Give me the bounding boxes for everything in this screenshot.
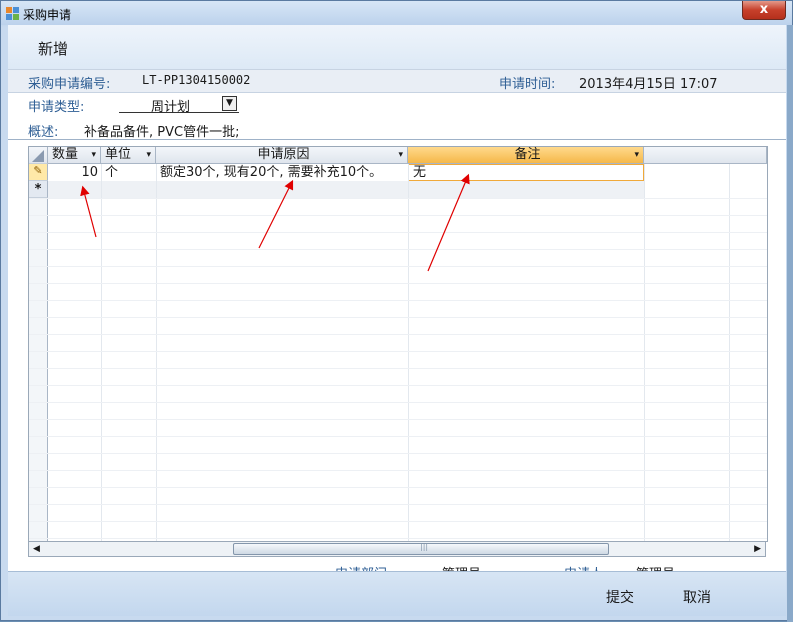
grid-row-line <box>29 368 767 369</box>
request-number-value: LT-PP1304150002 <box>142 73 251 87</box>
request-type-value: 周计划 <box>151 100 191 115</box>
select-all-corner[interactable] <box>29 147 48 164</box>
window-title: 采购申请 <box>23 8 72 22</box>
grid-row-line <box>29 436 767 437</box>
close-button[interactable]: x <box>742 1 786 20</box>
request-number-label: 采购申请编号: <box>28 77 111 92</box>
grid-row-line <box>29 334 767 335</box>
horizontal-scrollbar[interactable]: ◀ ||| ▶ <box>28 541 766 557</box>
grid-row-line <box>29 521 767 522</box>
items-grid[interactable]: 数量 ▾ 单位 ▾ 申请原因 ▾ 备注 ▾ ✎ 10 个 额定30个, 现有20个, 需… <box>28 146 768 542</box>
grid-row-line <box>29 351 767 352</box>
pencil-icon: ✎ <box>33 164 43 177</box>
info-band: 采购申请编号: LT-PP1304150002 申请时间: 2013年4月15日… <box>8 69 786 93</box>
corner-triangle-icon <box>32 150 44 162</box>
page-title: 新增 <box>38 40 69 58</box>
row-selector-new[interactable]: * <box>29 181 48 198</box>
request-type-label: 申请类型: <box>28 100 85 115</box>
header-band: 新增 <box>8 25 786 69</box>
request-time-value: 2013年4月15日 17:07 <box>579 77 718 92</box>
grid-row-line <box>29 283 767 284</box>
grid-row-line <box>29 470 767 471</box>
scroll-left-icon[interactable]: ◀ <box>33 542 40 556</box>
action-band: 提交 取消 <box>8 571 786 616</box>
cell-unit[interactable]: 个 <box>101 164 156 181</box>
close-icon: x <box>759 2 769 17</box>
cancel-button[interactable]: 取消 <box>683 587 711 607</box>
grid-row-line <box>29 300 767 301</box>
grid-row-line <box>29 266 767 267</box>
app-grid-icon <box>6 7 19 20</box>
grid-row-line <box>29 198 767 199</box>
grid-row-line <box>29 504 767 505</box>
grid-row-line <box>29 232 767 233</box>
grid-row-line <box>29 487 767 488</box>
grid-row-line <box>29 402 767 403</box>
scroll-thumb[interactable]: ||| <box>233 542 609 555</box>
column-header-remark[interactable]: 备注 ▾ <box>408 147 644 164</box>
dropdown-arrow-icon[interactable]: ▾ <box>634 147 639 163</box>
grid-row-line <box>29 385 767 386</box>
grid-row-line <box>29 419 767 420</box>
summary-row: 概述: 补备品备件, PVC管件一批; <box>8 117 786 140</box>
asterisk-icon: * <box>34 182 42 197</box>
grid-row-line <box>29 249 767 250</box>
dropdown-arrow-icon[interactable]: ▾ <box>146 147 151 163</box>
new-row[interactable] <box>48 181 644 198</box>
cell-qty[interactable]: 10 <box>48 164 101 181</box>
summary-label: 概述: <box>28 125 59 140</box>
title-bar[interactable]: 采购申请 x <box>1 1 792 25</box>
grid-row-line <box>29 215 767 216</box>
chevron-down-icon[interactable]: ▼ <box>222 96 237 111</box>
dropdown-arrow-icon[interactable]: ▾ <box>91 147 96 163</box>
grid-row-line <box>29 538 767 539</box>
grid-row-line <box>29 453 767 454</box>
dialog-client: 新增 采购申请编号: LT-PP1304150002 申请时间: 2013年4月… <box>8 25 786 616</box>
column-header-unit[interactable]: 单位 ▾ <box>101 147 156 164</box>
request-time-label: 申请时间: <box>499 77 556 92</box>
scroll-right-icon[interactable]: ▶ <box>754 542 761 556</box>
cell-remark[interactable]: 无 <box>408 164 644 181</box>
row-selector-editing[interactable]: ✎ <box>29 164 48 181</box>
column-header-reason[interactable]: 申请原因 ▾ <box>156 147 408 164</box>
column-header-qty[interactable]: 数量 ▾ <box>48 147 101 164</box>
summary-value[interactable]: 补备品备件, PVC管件一批; <box>84 121 239 140</box>
request-type-row: 申请类型: 周计划 ▼ <box>8 93 786 115</box>
cell-reason[interactable]: 额定30个, 现有20个, 需要补充10个。 <box>156 164 408 181</box>
column-header-empty <box>644 147 767 164</box>
request-type-select[interactable]: 周计划 ▼ <box>119 96 239 115</box>
submit-button[interactable]: 提交 <box>606 587 634 607</box>
background-strip <box>787 25 793 622</box>
dropdown-arrow-icon[interactable]: ▾ <box>398 147 403 163</box>
dialog-window: 采购申请 x 新增 采购申请编号: LT-PP1304150002 申请时间: … <box>0 0 793 622</box>
grid-row-line <box>29 317 767 318</box>
